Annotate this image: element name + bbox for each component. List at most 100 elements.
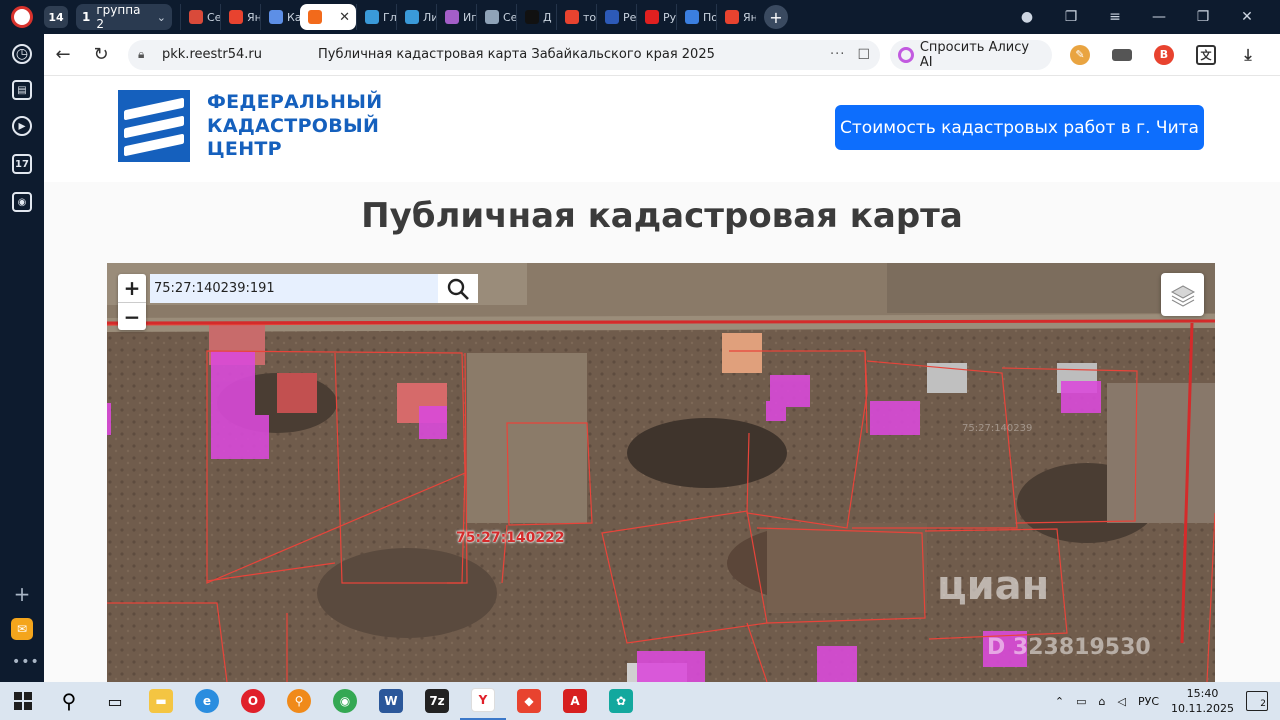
close-tab-icon[interactable]: ✕ xyxy=(339,10,350,25)
browser-tab[interactable]: Ре xyxy=(596,4,636,30)
back-button[interactable]: ← xyxy=(44,34,82,76)
star-icon xyxy=(525,10,539,24)
translate-icon[interactable]: 文 xyxy=(1196,44,1216,65)
zoom-out-button[interactable]: − xyxy=(118,302,146,330)
tab-label: Ру xyxy=(663,10,676,24)
more-actions-icon[interactable]: ··· xyxy=(830,47,845,62)
tab-group-label: группа 2 xyxy=(96,3,141,31)
taskbar-app-word[interactable]: W xyxy=(368,682,414,720)
history-icon[interactable]: ◷ xyxy=(12,44,32,64)
extension-icon[interactable] xyxy=(1112,48,1132,61)
browser-tab[interactable]: Ян xyxy=(716,4,756,30)
task-view-button[interactable]: ▭ xyxy=(92,682,138,720)
pdf-icon: A xyxy=(563,689,587,713)
logo-text[interactable]: ФЕДЕРАЛЬНЫЙ КАДАСТРОВЫЙ ЦЕНТР xyxy=(207,91,382,162)
ask-alice-label: Спросить Алису AI xyxy=(919,39,1030,70)
taskbar-app-chrome[interactable]: ◉ xyxy=(322,682,368,720)
taskbar-app-search[interactable]: ⚲ xyxy=(276,682,322,720)
mail-icon[interactable]: ✉ xyxy=(11,618,33,640)
cadastral-map[interactable]: 75:27:140239 циан D 323819530 75:27:1402… xyxy=(107,263,1215,682)
grid-icon xyxy=(445,10,459,24)
tab-label: По xyxy=(703,10,716,24)
menu-icon[interactable]: ≡ xyxy=(1106,9,1124,25)
language-indicator[interactable]: РУС xyxy=(1138,695,1159,708)
profile-avatar-icon[interactable]: ● xyxy=(1018,9,1036,25)
clock[interactable]: 15:40 10.11.2025 xyxy=(1171,686,1234,716)
more-icon[interactable]: ••• xyxy=(12,654,39,670)
taskbar-app-acrobat[interactable]: A xyxy=(552,682,598,720)
layers-button[interactable] xyxy=(1161,273,1204,316)
browser-tab[interactable]: Ли xyxy=(396,4,436,30)
task-view-icon: ▭ xyxy=(107,691,123,711)
house-icon xyxy=(308,10,322,24)
cadastral-quarter-label[interactable]: 75:27:140222 xyxy=(456,530,565,546)
extension-icon[interactable]: B xyxy=(1154,44,1174,65)
taskbar-app-ie[interactable]: e xyxy=(184,682,230,720)
chevron-up-icon[interactable]: ⌃ xyxy=(1055,695,1064,708)
search-button[interactable] xyxy=(438,274,478,303)
collections-icon[interactable]: ❐ xyxy=(1062,9,1080,25)
browser-tab[interactable]: Д xyxy=(516,4,556,30)
bookmarks-icon[interactable]: ▤ xyxy=(12,80,32,100)
taskbar-app-anydesk[interactable]: ◆ xyxy=(506,682,552,720)
tab-label: Ян xyxy=(743,10,756,24)
logo-line: ЦЕНТР xyxy=(207,138,282,160)
video-icon[interactable]: ▸ xyxy=(12,116,32,136)
volume-icon[interactable]: ◁ xyxy=(1118,695,1126,708)
download-icon[interactable]: ⤓ xyxy=(1238,44,1258,65)
alice-icon xyxy=(898,46,914,63)
browser-tab[interactable]: Ян xyxy=(220,4,260,30)
new-tab-button[interactable]: + xyxy=(764,5,788,29)
minimize-button[interactable]: — xyxy=(1150,9,1168,25)
taskbar-app-opera[interactable]: O xyxy=(230,682,276,720)
restore-button[interactable]: ❐ xyxy=(1194,9,1212,25)
cadastral-search-input[interactable] xyxy=(150,274,438,303)
watermark: циан xyxy=(937,563,1050,609)
taskbar-app-7zip[interactable]: 7z xyxy=(414,682,460,720)
add-panel-button[interactable]: + xyxy=(12,582,32,606)
calendar-icon[interactable]: 17 xyxy=(12,154,32,174)
browser-tab[interactable]: то xyxy=(556,4,596,30)
site-info-icon[interactable]: 🔒︎ xyxy=(138,47,154,62)
usb-icon[interactable]: ⌂ xyxy=(1099,695,1106,708)
tab-group-pill[interactable]: 1 группа 2 ⌄ xyxy=(76,3,172,31)
taskbar-app-messenger[interactable]: ✿ xyxy=(598,682,644,720)
browser-logo-icon[interactable] xyxy=(0,0,44,34)
browser-tab[interactable]: По xyxy=(676,4,716,30)
browser-tab[interactable]: Се xyxy=(476,4,516,30)
play-icon xyxy=(645,10,659,24)
browser-tab[interactable]: Ру xyxy=(636,4,676,30)
extension-icon[interactable]: ✎ xyxy=(1070,44,1090,65)
windows-icon xyxy=(14,692,32,710)
anydesk-icon: ◆ xyxy=(517,689,541,713)
fkc-logo-icon[interactable] xyxy=(118,90,190,162)
notifications-button[interactable]: 2 xyxy=(1246,691,1268,711)
bookmark-icon[interactable]: ☐ xyxy=(857,47,870,63)
browser-tab[interactable]: Гл xyxy=(356,4,396,30)
url-domain: pkk.reestr54.ru xyxy=(162,47,262,62)
search-taskbar-button[interactable]: ⚲ xyxy=(46,682,92,720)
taskbar-app-explorer[interactable]: ▬ xyxy=(138,682,184,720)
zoom-in-button[interactable]: + xyxy=(118,274,146,302)
cadastral-cost-button[interactable]: Стоимость кадастровых работ в г. Чита xyxy=(835,105,1204,150)
browser-tab[interactable]: Се xyxy=(180,4,220,30)
close-window-button[interactable]: ✕ xyxy=(1238,9,1256,25)
folder-icon: ▬ xyxy=(149,689,173,713)
ask-alice-button[interactable]: Спросить Алису AI xyxy=(890,39,1052,70)
taskbar-app-yandex-browser[interactable]: Y xyxy=(460,682,506,720)
tab-label: Се xyxy=(207,10,220,24)
word-icon: W xyxy=(379,689,403,713)
start-button[interactable] xyxy=(0,682,46,720)
network-icon[interactable]: ▭ xyxy=(1076,695,1086,708)
tab-count-button[interactable]: 14 xyxy=(44,6,68,28)
browser-tab[interactable]: ✕ xyxy=(300,4,356,30)
calc-icon xyxy=(269,10,283,24)
reload-button[interactable]: ↻ xyxy=(82,34,120,76)
screenshot-icon[interactable]: ◉ xyxy=(12,192,32,212)
browser-tab[interactable]: Ка xyxy=(260,4,300,30)
tab-label: Ре xyxy=(623,10,636,24)
browser-tab[interactable]: Ип xyxy=(436,4,476,30)
zoom-control: + − xyxy=(118,274,146,330)
logo-line: КАДАСТРОВЫЙ xyxy=(207,114,380,137)
address-bar[interactable]: 🔒︎ pkk.reestr54.ru Публичная кадастровая… xyxy=(128,39,880,70)
